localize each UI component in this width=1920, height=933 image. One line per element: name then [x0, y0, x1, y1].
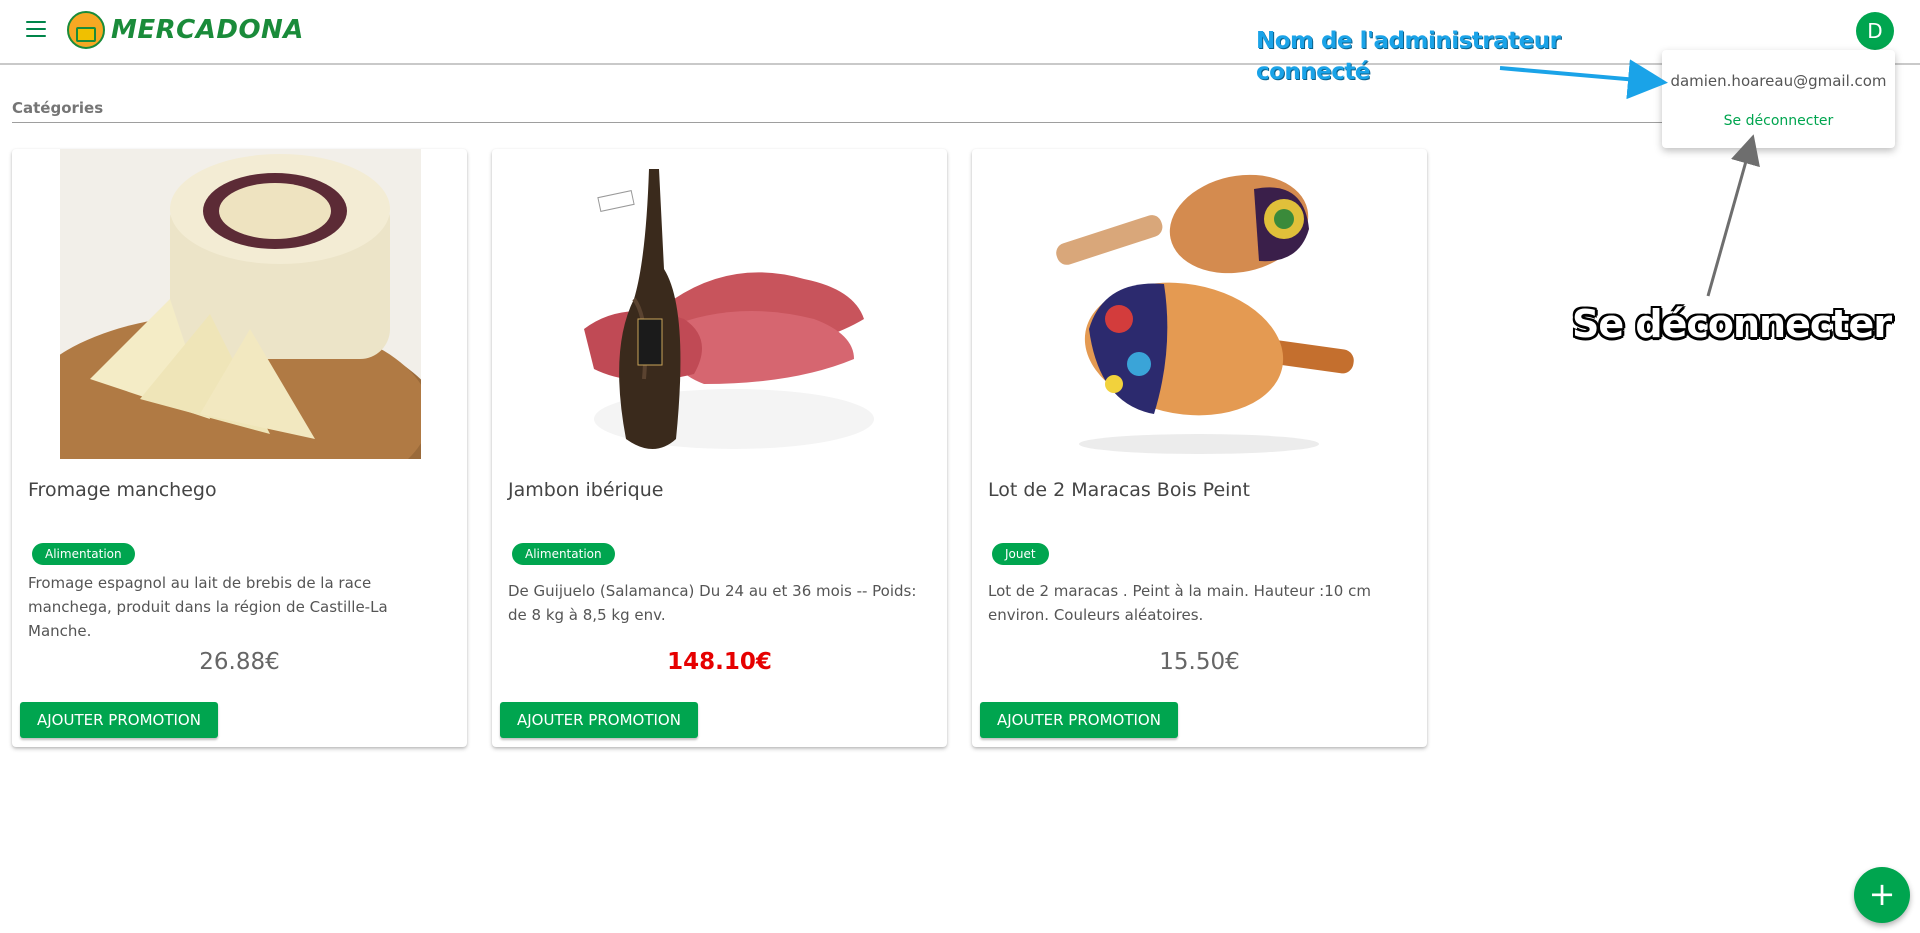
annotation-admin-name: Nom de l'administrateur connecté: [1256, 26, 1561, 88]
add-promotion-button[interactable]: AJOUTER PROMOTION: [980, 702, 1178, 738]
product-title: Lot de 2 Maracas Bois Peint: [988, 479, 1250, 501]
product-card: Fromage manchego Alimentation Fromage es…: [12, 149, 467, 747]
app-header: MERCADONA D: [0, 0, 1920, 65]
product-price: 26.88€: [199, 649, 280, 675]
product-title: Fromage manchego: [28, 479, 217, 501]
product-description: Lot de 2 maracas . Peint à la main. Haut…: [988, 582, 1371, 624]
user-menu: damien.hoareau@gmail.com Se déconnecter: [1662, 50, 1895, 148]
add-product-fab[interactable]: +: [1854, 867, 1910, 923]
product-card: Lot de 2 Maracas Bois Peint Jouet Lot de…: [972, 149, 1427, 747]
product-price-promotion: 148.10€: [667, 649, 772, 675]
user-email: damien.hoareau@gmail.com: [1670, 72, 1887, 90]
annotation-logout: Se déconnecter: [1572, 302, 1892, 346]
add-promotion-button[interactable]: AJOUTER PROMOTION: [500, 702, 698, 738]
product-image-manchego: [60, 149, 421, 459]
category-filter-label: Catégories: [12, 99, 104, 117]
category-chip: Jouet: [992, 543, 1049, 565]
product-title: Jambon ibérique: [508, 479, 664, 501]
category-chip: Alimentation: [512, 543, 615, 565]
annotation-admin-line1: Nom de l'administrateur: [1256, 28, 1561, 54]
hamburger-menu-icon[interactable]: [26, 21, 46, 37]
product-price: 15.50€: [1159, 649, 1240, 675]
brand-name: MERCADONA: [111, 15, 304, 45]
product-image-maracas: [1044, 149, 1355, 459]
logo[interactable]: MERCADONA: [67, 11, 304, 49]
product-description: Fromage espagnol au lait de brebis de la…: [28, 574, 388, 640]
arrow-to-logout: [1706, 134, 1760, 297]
product-card: Jambon ibérique Alimentation De Guijuelo…: [492, 149, 947, 747]
category-filter[interactable]: Catégories: [12, 98, 1892, 123]
add-promotion-button[interactable]: AJOUTER PROMOTION: [20, 702, 218, 738]
annotation-admin-line2: connecté: [1256, 59, 1371, 85]
category-chip: Alimentation: [32, 543, 135, 565]
logout-link[interactable]: Se déconnecter: [1662, 113, 1895, 129]
product-description: De Guijuelo (Salamanca) Du 24 au et 36 m…: [508, 582, 917, 624]
user-avatar[interactable]: D: [1856, 12, 1894, 50]
product-image-jambon: [564, 149, 875, 459]
logo-basket-icon: [67, 11, 105, 49]
